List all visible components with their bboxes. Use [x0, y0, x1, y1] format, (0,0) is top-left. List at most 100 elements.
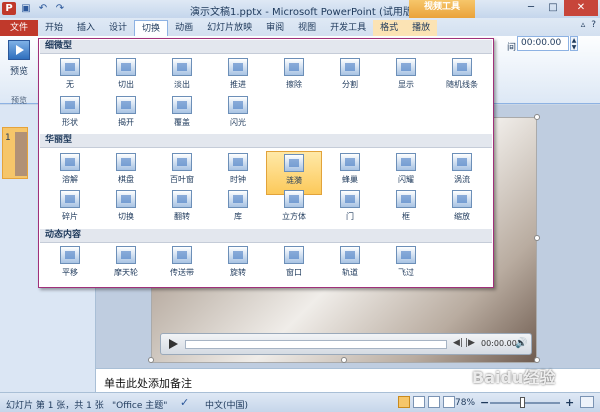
- tab-transitions[interactable]: 切换: [134, 20, 169, 36]
- previous-frame-button[interactable]: ◀|: [453, 338, 463, 348]
- transition-window-icon: [284, 246, 304, 264]
- transition-flip[interactable]: 翻转: [154, 188, 210, 232]
- transition-cube-icon: [284, 190, 304, 208]
- redo-icon[interactable]: ↷: [53, 2, 67, 15]
- resize-handle[interactable]: [148, 357, 154, 363]
- transition-shred[interactable]: 碎片: [42, 188, 98, 232]
- zoom-in-button[interactable]: +: [565, 396, 574, 409]
- transition-rotate[interactable]: 旋转: [210, 244, 266, 288]
- window-title: 演示文稿1.pptx - Microsoft PowerPoint (试用版): [190, 7, 417, 18]
- transition-random-bars[interactable]: 随机线条: [434, 56, 490, 100]
- transition-dissolve-icon: [60, 153, 80, 171]
- media-progress-bar[interactable]: [185, 340, 447, 349]
- zoom-slider-thumb[interactable]: [520, 397, 525, 408]
- transition-uncover-icon: [116, 96, 136, 114]
- transition-gallery-effect-icon: [228, 190, 248, 208]
- tab-insert[interactable]: 插入: [70, 20, 102, 36]
- transition-reveal-icon: [396, 58, 416, 76]
- spell-check-icon[interactable]: ✓: [180, 396, 189, 409]
- tab-design[interactable]: 设计: [102, 20, 134, 36]
- transition-zoom[interactable]: 缩放: [434, 188, 490, 232]
- minimize-ribbon-icon[interactable]: ▵: [581, 20, 586, 30]
- transition-doors-icon: [340, 190, 360, 208]
- transition-fade-icon: [172, 58, 192, 76]
- tab-review[interactable]: 审阅: [259, 20, 291, 36]
- tab-view[interactable]: 视图: [291, 20, 323, 36]
- tab-home[interactable]: 开始: [38, 20, 70, 36]
- spin-up-icon[interactable]: ▲: [571, 37, 577, 44]
- resize-handle[interactable]: [534, 357, 540, 363]
- transition-doors[interactable]: 门: [322, 188, 378, 232]
- transition-cut-icon: [116, 58, 136, 76]
- status-bar: 幻灯片 第 1 张，共 1 张 "Office 主题" ✓ 中文(中国) 78%…: [0, 392, 600, 412]
- media-player-bar: ◀| |▶ 00:00.00 🔊: [160, 333, 532, 355]
- help-icon[interactable]: ?: [591, 20, 596, 30]
- next-frame-button[interactable]: |▶: [465, 338, 475, 348]
- status-theme[interactable]: "Office 主题": [112, 398, 167, 411]
- resize-handle[interactable]: [534, 235, 540, 241]
- preview-icon: [8, 40, 30, 60]
- transition-split-icon: [340, 58, 360, 76]
- transition-switch[interactable]: 切换: [98, 188, 154, 232]
- transition-clock-icon: [228, 153, 248, 171]
- transition-zoom-icon: [452, 190, 472, 208]
- transition-cube[interactable]: 立方体: [266, 188, 322, 232]
- transition-random-bars-icon: [452, 58, 472, 76]
- transition-orbit[interactable]: 轨道: [322, 244, 378, 288]
- resize-handle[interactable]: [341, 357, 347, 363]
- close-button[interactable]: ✕: [564, 0, 598, 16]
- transition-conveyor[interactable]: 传送带: [154, 244, 210, 288]
- zoom-slider-track[interactable]: [490, 402, 560, 404]
- play-icon[interactable]: [167, 338, 179, 350]
- transition-gallery-effect[interactable]: 库: [210, 188, 266, 232]
- volume-icon[interactable]: 🔊: [515, 338, 527, 349]
- transition-window[interactable]: 窗口: [266, 244, 322, 288]
- powerpoint-app-icon[interactable]: P: [2, 2, 16, 15]
- transition-flip-icon: [172, 190, 192, 208]
- status-language[interactable]: 中文(中国): [205, 398, 248, 411]
- tab-developer[interactable]: 开发工具: [323, 20, 373, 36]
- minimize-button[interactable]: ─: [520, 0, 542, 16]
- save-icon[interactable]: ▣: [19, 2, 33, 15]
- transition-rotate-icon: [228, 246, 248, 264]
- maximize-button[interactable]: □: [542, 0, 564, 16]
- reading-view-icon[interactable]: [428, 396, 440, 408]
- transition-pan[interactable]: 平移: [42, 244, 98, 288]
- tab-playback[interactable]: 播放: [405, 20, 438, 36]
- preview-button[interactable]: 预览 预览: [4, 40, 34, 105]
- transition-push-icon: [228, 58, 248, 76]
- transition-uncover[interactable]: 揭开: [98, 94, 154, 138]
- transition-cover-icon: [172, 96, 192, 114]
- transition-conveyor-icon: [172, 246, 192, 264]
- tab-slide-show[interactable]: 幻灯片放映: [200, 20, 259, 36]
- transition-flash[interactable]: 闪光: [210, 94, 266, 138]
- transition-shape[interactable]: 形状: [42, 94, 98, 138]
- duration-spinner[interactable]: ▲ ▼: [570, 36, 578, 51]
- transition-wipe[interactable]: 擦除: [266, 56, 322, 100]
- duration-input[interactable]: 00:00.00: [517, 36, 569, 51]
- slide-sorter-view-icon[interactable]: [413, 396, 425, 408]
- transition-cover[interactable]: 覆盖: [154, 94, 210, 138]
- transition-fly-through-icon: [396, 246, 416, 264]
- baidu-watermark: Baidu经验: [472, 368, 556, 387]
- transition-box[interactable]: 框: [378, 188, 434, 232]
- slide-show-view-icon[interactable]: [443, 396, 455, 408]
- transition-reveal[interactable]: 显示: [378, 56, 434, 100]
- transition-fly-through[interactable]: 飞过: [378, 244, 434, 288]
- normal-view-icon[interactable]: [398, 396, 410, 408]
- zoom-out-button[interactable]: −: [480, 396, 489, 409]
- tab-animations[interactable]: 动画: [168, 20, 200, 36]
- transition-ripple-icon: [284, 154, 304, 172]
- transition-ferris-wheel[interactable]: 摩天轮: [98, 244, 154, 288]
- transition-split[interactable]: 分割: [322, 56, 378, 100]
- undo-icon[interactable]: ↶: [36, 2, 50, 15]
- title-bar: P ▣ ↶ ↷ 演示文稿1.pptx - Microsoft PowerPoin…: [0, 0, 600, 18]
- spin-down-icon[interactable]: ▼: [571, 44, 577, 51]
- window-controls: ─ □ ✕: [520, 0, 598, 16]
- resize-handle[interactable]: [534, 114, 540, 120]
- tab-format[interactable]: 格式: [373, 20, 406, 36]
- tab-file[interactable]: 文件: [0, 20, 38, 36]
- quick-access-toolbar: P ▣ ↶ ↷: [2, 2, 67, 15]
- fit-slide-icon[interactable]: [580, 396, 594, 408]
- zoom-level[interactable]: 78%: [455, 398, 475, 408]
